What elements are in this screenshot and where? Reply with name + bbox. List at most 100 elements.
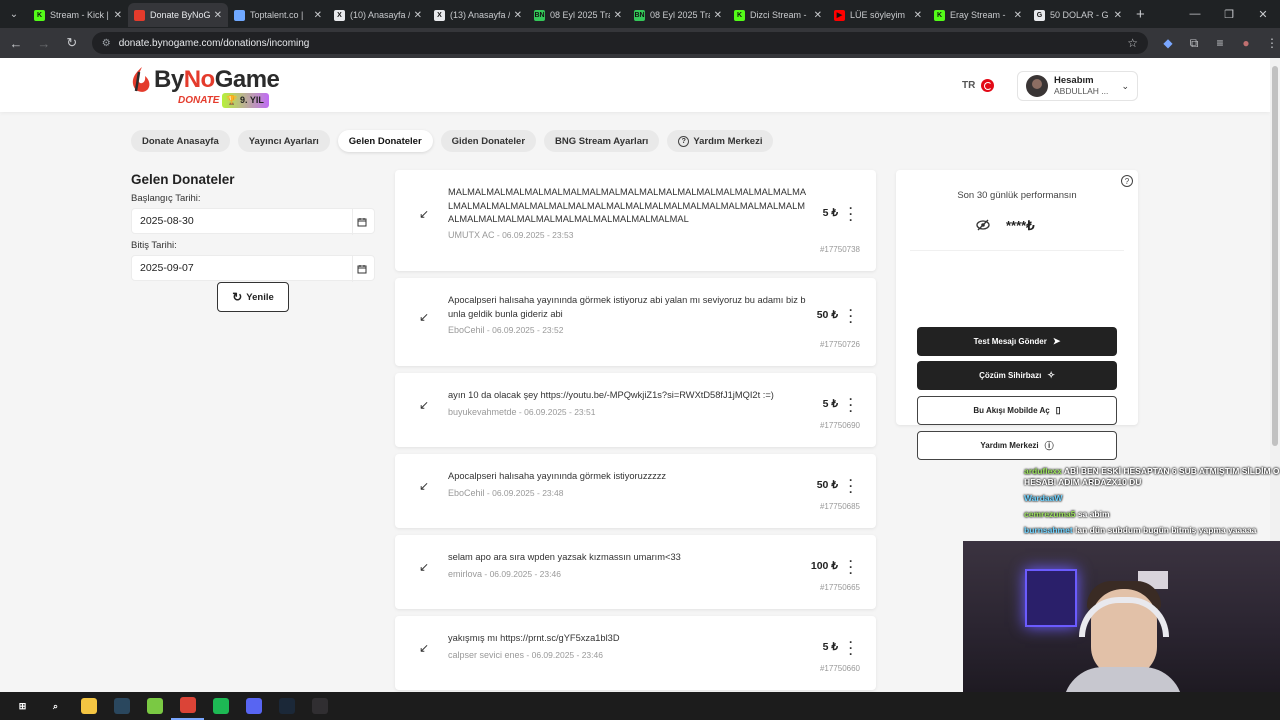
tab-search-icon[interactable]: ⌄	[0, 0, 28, 28]
open-on-mobile-button[interactable]: Bu Akışı Mobilde Aç ▯	[917, 396, 1117, 425]
calendar-icon[interactable]	[352, 256, 370, 282]
end-date-field[interactable]: 2025-09-07	[131, 255, 375, 282]
search-icon[interactable]: ⌕	[39, 692, 72, 720]
close-tab-icon[interactable]: ✕	[1114, 10, 1122, 21]
browser-menu-icon[interactable]: ⋮	[1264, 36, 1280, 51]
extensions-puzzle-icon[interactable]: ⧉	[1186, 36, 1202, 51]
chat-message: WardaaW	[1024, 493, 1280, 504]
help-circle-icon[interactable]: ?	[1121, 175, 1133, 187]
calendar-icon[interactable]	[352, 209, 370, 235]
close-tab-icon[interactable]: ✕	[214, 10, 222, 21]
language-selector[interactable]: TR	[962, 79, 995, 92]
reload-icon[interactable]: ↻	[60, 31, 84, 55]
browser-tab[interactable]: BN 08 Eyl 2025 Tra ✕	[528, 3, 628, 27]
discord-icon[interactable]	[237, 692, 270, 720]
tab-favicon-icon: BN	[634, 9, 645, 21]
bookmark-star-icon[interactable]: ☆	[1127, 36, 1138, 50]
donation-meta: EboCehil - 06.09.2025 - 23:48	[448, 488, 564, 498]
solution-wizard-button[interactable]: Çözüm Sihirbazı ✧	[917, 361, 1117, 390]
close-tab-icon[interactable]: ✕	[814, 10, 822, 21]
browser-tab[interactable]: BN 08 Eyl 2025 Tra ✕	[628, 3, 728, 27]
eye-off-icon[interactable]	[976, 219, 990, 234]
more-options-icon[interactable]: · · ·	[848, 304, 854, 328]
spotify-icon[interactable]	[204, 692, 237, 720]
back-icon[interactable]: ←	[4, 31, 28, 55]
nav-tab[interactable]: BNG Stream Ayarları	[544, 130, 660, 152]
more-options-icon[interactable]: · · ·	[848, 202, 854, 226]
steam-icon[interactable]	[105, 692, 138, 720]
taskbar-glyph	[146, 698, 163, 714]
more-options-icon[interactable]: · · ·	[848, 555, 854, 579]
nav-tab[interactable]: ? Yardım Merkezi	[667, 130, 774, 152]
obs-icon[interactable]	[303, 692, 336, 720]
more-options-icon[interactable]: · · ·	[848, 636, 854, 660]
chrome-icon[interactable]	[171, 692, 204, 720]
more-options-icon[interactable]: · · ·	[848, 393, 854, 417]
file-explorer-icon[interactable]	[72, 692, 105, 720]
donation-message: MALMALMALMALMALMALMALMALMALMALMALMALMALM…	[448, 187, 807, 224]
refresh-button[interactable]: ↻ Yenile	[217, 282, 289, 312]
windows-start-icon[interactable]: ⊞	[6, 692, 39, 720]
close-tab-icon[interactable]: ✕	[314, 10, 322, 21]
more-options-icon[interactable]: · · ·	[848, 474, 854, 498]
browser-tab[interactable]: K Dizci Stream - ✕	[728, 3, 828, 27]
taskbar-glyph	[179, 697, 196, 713]
bynogame-logo[interactable]: ByNoGame DONATE 🏆 9. YIL	[130, 64, 280, 108]
nav-tab[interactable]: Yayıncı Ayarları	[237, 130, 330, 152]
donor-name: emirlova	[448, 569, 483, 579]
notepad-icon[interactable]	[138, 692, 171, 720]
browser-tab[interactable]: Donate ByNoG ✕	[128, 3, 228, 27]
close-tab-icon[interactable]: ✕	[114, 10, 122, 21]
donation-id: #17750726	[819, 340, 860, 349]
new-tab-button[interactable]: +	[1136, 6, 1145, 23]
chat-text: lan dün subdum bugün bitmiş yapma yaaaaa	[1075, 525, 1257, 535]
performance-panel: ? Son 30 günlük performansın ****₺ Test …	[896, 170, 1138, 460]
steam-alt-icon[interactable]	[270, 692, 303, 720]
tab-label: 08 Eyl 2025 Tra	[650, 10, 710, 20]
extension-icon[interactable]: ◆	[1160, 36, 1176, 51]
close-tab-icon[interactable]: ✕	[1014, 10, 1022, 21]
test-message-button[interactable]: Test Mesajı Gönder ➤	[917, 327, 1117, 356]
help-center-button[interactable]: Yardım Merkezi ⓘ	[917, 431, 1117, 460]
close-tab-icon[interactable]: ✕	[514, 10, 522, 21]
donation-amount: 5 ₺	[822, 207, 838, 219]
browser-tab[interactable]: Toptalent.co | ✕	[228, 3, 328, 27]
address-bar[interactable]: ⚙ donate.bynogame.com/donations/incoming…	[91, 32, 1148, 54]
minimize-icon[interactable]: —	[1178, 0, 1212, 28]
browser-tab[interactable]: K Eray Stream - ✕	[928, 3, 1028, 27]
close-window-icon[interactable]: ✕	[1246, 0, 1280, 28]
donation-card: ↙ Apocalpseri halısaha yayınında görmek …	[395, 454, 876, 528]
site-info-icon[interactable]: ⚙	[102, 38, 111, 49]
restore-icon[interactable]: ❐	[1212, 0, 1246, 28]
account-name: ABDULLAH ...	[1054, 86, 1109, 96]
donation-amount: 5 ₺	[822, 398, 838, 410]
donation-message: selam apo ara sıra wpden yazsak kızmassı…	[448, 552, 681, 562]
browser-tab[interactable]: X (10) Anasayfa / ✕	[328, 3, 428, 27]
help-circle-icon: ?	[678, 135, 690, 147]
nav-tab[interactable]: Giden Donateler	[440, 130, 537, 152]
browser-tab[interactable]: ▶ LÜE söyleyim ✕	[828, 3, 928, 27]
donor-name: UMUTX AC	[448, 230, 495, 240]
donation-message: ayın 10 da olacak şey https://youtu.be/-…	[448, 390, 774, 400]
browser-tab[interactable]: G 50 DOLAR - G ✕	[1028, 3, 1128, 27]
taskbar-glyph	[212, 698, 229, 714]
close-tab-icon[interactable]: ✕	[714, 10, 722, 21]
nav-tab[interactable]: Donate Anasayfa	[131, 130, 230, 152]
browser-tab[interactable]: K Stream - Kick | ✕	[28, 3, 128, 27]
start-date-field[interactable]: 2025-08-30	[131, 208, 375, 235]
scrollbar-thumb[interactable]	[1272, 66, 1278, 446]
nav-tab[interactable]: Gelen Donateler	[337, 130, 433, 152]
donor-name: EboCehil	[448, 325, 485, 335]
forward-icon[interactable]: →	[32, 31, 56, 55]
close-tab-icon[interactable]: ✕	[414, 10, 422, 21]
tab-favicon-icon: X	[334, 9, 345, 21]
tab-favicon-icon: G	[1034, 9, 1045, 21]
brand-name: ByNoGame	[154, 66, 280, 93]
close-tab-icon[interactable]: ✕	[614, 10, 622, 21]
account-menu[interactable]: Hesabım ABDULLAH ... ⌄	[1017, 71, 1138, 101]
close-tab-icon[interactable]: ✕	[914, 10, 922, 21]
browser-tab[interactable]: X (13) Anasayfa / ✕	[428, 3, 528, 27]
profile-icon[interactable]: ●	[1238, 36, 1254, 51]
media-control-icon[interactable]: ≡	[1212, 36, 1228, 51]
donation-date: 06.09.2025 - 23:52	[492, 325, 564, 335]
